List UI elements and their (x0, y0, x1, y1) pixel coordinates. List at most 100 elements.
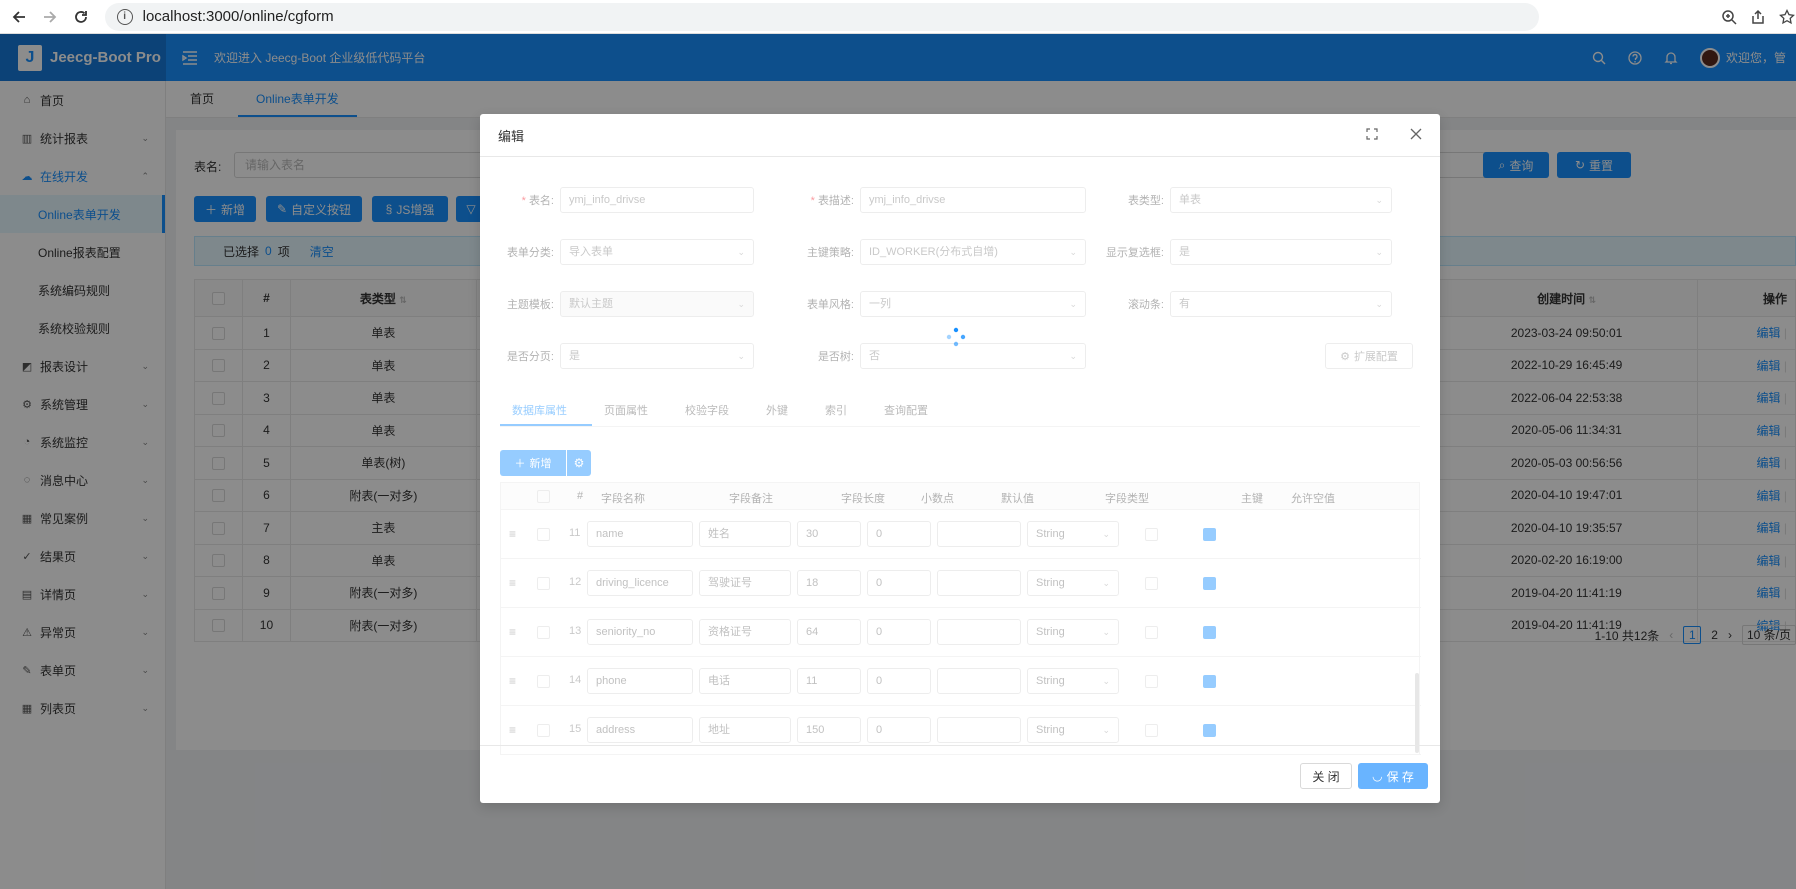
zoom-icon[interactable] (1719, 7, 1738, 27)
address-bar[interactable]: i localhost:3000/online/cgform (104, 2, 1540, 31)
info-icon[interactable]: i (116, 8, 133, 25)
field-remark-input[interactable]: 电话 (699, 668, 791, 694)
table-desc-input[interactable]: ymj_info_drivse (860, 187, 1086, 213)
field-name-input[interactable]: phone (587, 668, 693, 694)
field-length-input[interactable]: 64 (797, 619, 861, 645)
tree-select[interactable]: 否 ⌄ (860, 343, 1086, 369)
table-name-input[interactable]: ymj_info_drivse (560, 187, 754, 213)
field-length-input[interactable]: 11 (797, 668, 861, 694)
ext-config-button[interactable]: ⚙ 扩展配置 (1325, 343, 1413, 369)
field-name-input[interactable]: driving_licence (587, 570, 693, 596)
paging-label: 是否分页: (506, 351, 554, 363)
field-nullable-checkbox[interactable] (1203, 724, 1216, 737)
field-remark-input[interactable]: 姓名 (699, 521, 791, 547)
field-type-select[interactable]: String ⌄ (1027, 521, 1119, 547)
form-row-pk-strategy: 主键策略: ID_WORKER(分布式自增) ⌄ (780, 239, 1086, 265)
show-checkbox-select[interactable]: 是 ⌄ (1170, 239, 1392, 265)
field-decimal-input[interactable]: 0 (867, 717, 931, 743)
drag-handle-icon[interactable]: ≡ (509, 674, 516, 688)
grid-scrollbar[interactable] (1415, 673, 1419, 753)
drag-handle-icon[interactable]: ≡ (509, 625, 516, 639)
chevron-down-icon: ⌄ (1069, 299, 1077, 309)
bookmark-star-icon[interactable] (1777, 7, 1796, 27)
tab-check-fields[interactable]: 校验字段 (673, 397, 754, 426)
drag-handle-icon[interactable]: ≡ (509, 527, 516, 541)
chevron-down-icon: ⌄ (1102, 529, 1110, 539)
grid-add-button[interactable]: ＋新增 (500, 450, 566, 476)
field-name-input[interactable]: seniority_no (587, 619, 693, 645)
field-nullable-checkbox[interactable] (1203, 577, 1216, 590)
field-type-select[interactable]: String ⌄ (1027, 668, 1119, 694)
field-row: ≡ 11 name 姓名 30 0 String ⌄ (501, 510, 1421, 559)
field-default-input[interactable] (937, 668, 1021, 694)
field-default-input[interactable] (937, 717, 1021, 743)
grid-settings-button[interactable]: ⚙ (566, 450, 591, 476)
field-name-input[interactable]: name (587, 521, 693, 547)
chevron-down-icon: ⌄ (737, 351, 745, 361)
field-pk-checkbox[interactable] (1145, 675, 1158, 688)
tab-page-props[interactable]: 页面属性 (592, 397, 673, 426)
tab-query-config[interactable]: 查询配置 (872, 397, 953, 426)
field-nullable-checkbox[interactable] (1203, 528, 1216, 541)
tree-label: 是否树: (817, 351, 854, 363)
field-pk-checkbox[interactable] (1145, 577, 1158, 590)
field-type-select[interactable]: String ⌄ (1027, 619, 1119, 645)
tab-db-props[interactable]: 数据库属性 (500, 397, 592, 426)
close-button[interactable]: 关 闭 (1300, 763, 1352, 789)
back-icon[interactable] (10, 7, 29, 27)
paging-select[interactable]: 是 ⌄ (560, 343, 754, 369)
scrollbar-select[interactable]: 有 ⌄ (1170, 291, 1392, 317)
close-icon[interactable] (1410, 128, 1422, 140)
save-button[interactable]: ◡ 保 存 (1358, 763, 1428, 789)
field-default-input[interactable] (937, 570, 1021, 596)
field-length-input[interactable]: 30 (797, 521, 861, 547)
field-row-checkbox[interactable] (537, 577, 550, 590)
plus-icon: ＋ (514, 458, 526, 470)
field-default-input[interactable] (937, 521, 1021, 547)
grid-select-all-checkbox[interactable] (537, 490, 550, 503)
field-length-input[interactable]: 18 (797, 570, 861, 596)
field-default-input[interactable] (937, 619, 1021, 645)
field-length-input[interactable]: 150 (797, 717, 861, 743)
theme-select[interactable]: 默认主题 ⌄ (560, 291, 754, 317)
field-remark-input[interactable]: 资格证号 (699, 619, 791, 645)
chevron-down-icon: ⌄ (737, 299, 745, 309)
field-decimal-input[interactable]: 0 (867, 521, 931, 547)
field-remark-input[interactable]: 地址 (699, 717, 791, 743)
form-row-tree: 是否树: 否 ⌄ (780, 343, 1086, 369)
field-nullable-checkbox[interactable] (1203, 626, 1216, 639)
form-style-select[interactable]: 一列 ⌄ (860, 291, 1086, 317)
drag-handle-icon[interactable]: ≡ (509, 576, 516, 590)
drag-handle-icon[interactable]: ≡ (509, 723, 516, 737)
field-pk-checkbox[interactable] (1145, 626, 1158, 639)
field-row-checkbox[interactable] (537, 626, 550, 639)
reload-icon[interactable] (72, 7, 91, 27)
field-name-input[interactable]: address (587, 717, 693, 743)
form-category-select[interactable]: 导入表单 ⌄ (560, 239, 754, 265)
field-row-checkbox[interactable] (537, 724, 550, 737)
share-icon[interactable] (1748, 7, 1767, 27)
field-type-select[interactable]: String ⌄ (1027, 717, 1119, 743)
field-decimal-input[interactable]: 0 (867, 668, 931, 694)
field-row: ≡ 12 driving_licence 驾驶证号 18 0 String ⌄ (501, 559, 1421, 608)
field-row-checkbox[interactable] (537, 528, 550, 541)
tab-index[interactable]: 索引 (813, 397, 872, 426)
field-pk-checkbox[interactable] (1145, 528, 1158, 541)
modal-body: * 表名: ymj_info_drivse * 表描述: ymj_info_dr… (480, 157, 1440, 755)
chevron-down-icon: ⌄ (1375, 299, 1383, 309)
field-decimal-input[interactable]: 0 (867, 570, 931, 596)
field-type-select[interactable]: String ⌄ (1027, 570, 1119, 596)
table-type-select[interactable]: 单表 ⌄ (1170, 187, 1392, 213)
pk-strategy-select[interactable]: ID_WORKER(分布式自增) ⌄ (860, 239, 1086, 265)
fullscreen-icon[interactable] (1366, 128, 1378, 140)
field-remark-input[interactable]: 驾驶证号 (699, 570, 791, 596)
tab-foreign-key[interactable]: 外键 (754, 397, 813, 426)
form-row-table-name: * 表名: ymj_info_drivse (480, 187, 754, 213)
forward-icon[interactable] (41, 7, 60, 27)
field-row-checkbox[interactable] (537, 675, 550, 688)
field-nullable-checkbox[interactable] (1203, 675, 1216, 688)
chevron-down-icon: ⌄ (1102, 578, 1110, 588)
field-no: 11 (569, 527, 581, 539)
field-pk-checkbox[interactable] (1145, 724, 1158, 737)
field-decimal-input[interactable]: 0 (867, 619, 931, 645)
